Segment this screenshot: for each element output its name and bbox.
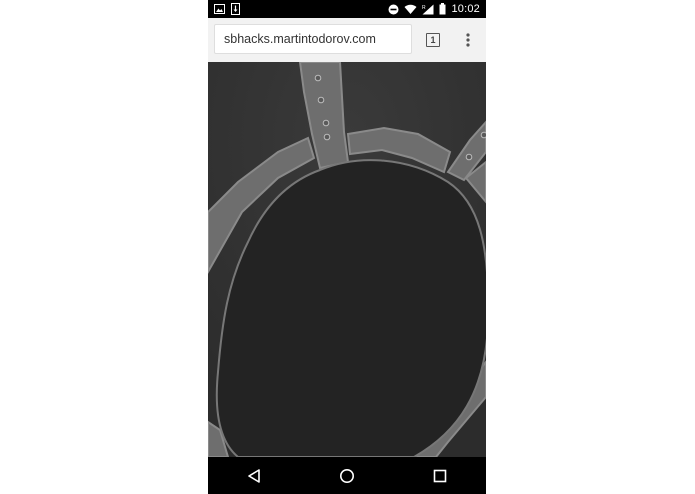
status-bar: R 10:02 xyxy=(208,0,486,18)
url-bar[interactable]: sbhacks.martintodorov.com xyxy=(214,24,412,54)
home-icon xyxy=(339,468,354,483)
do-not-disturb-icon xyxy=(388,4,399,15)
svg-text:R: R xyxy=(422,5,426,11)
map-marker-6 xyxy=(480,131,486,139)
map-canvas xyxy=(208,62,486,457)
phone-screen: R 10:02 sbhacks.martintodorov.com 1 xyxy=(208,0,486,494)
download-notification-icon xyxy=(231,3,240,15)
status-right: R 10:02 xyxy=(382,3,486,15)
back-button[interactable] xyxy=(234,457,274,494)
signal-icon: R xyxy=(422,4,434,15)
map-marker-4 xyxy=(323,133,331,141)
tab-count: 1 xyxy=(430,35,436,45)
battery-icon xyxy=(439,3,446,15)
wifi-icon xyxy=(404,4,417,14)
recents-button[interactable] xyxy=(420,457,460,494)
browser-toolbar: sbhacks.martintodorov.com 1 xyxy=(208,18,486,63)
map-marker-1 xyxy=(314,74,322,82)
status-clock: 10:02 xyxy=(451,3,480,15)
map-marker-3 xyxy=(322,119,330,127)
image-notification-icon xyxy=(214,4,225,14)
system-nav-bar xyxy=(208,457,486,494)
map-marker-2 xyxy=(317,96,325,104)
status-left xyxy=(208,3,246,15)
tab-switcher-button[interactable]: 1 xyxy=(426,33,440,47)
back-icon xyxy=(248,468,261,483)
home-button[interactable] xyxy=(327,457,367,494)
map-marker-5 xyxy=(465,153,473,161)
url-text: sbhacks.martintodorov.com xyxy=(224,32,376,46)
map-view[interactable] xyxy=(208,62,486,457)
recents-icon xyxy=(433,469,446,482)
more-vert-icon[interactable] xyxy=(460,30,476,50)
